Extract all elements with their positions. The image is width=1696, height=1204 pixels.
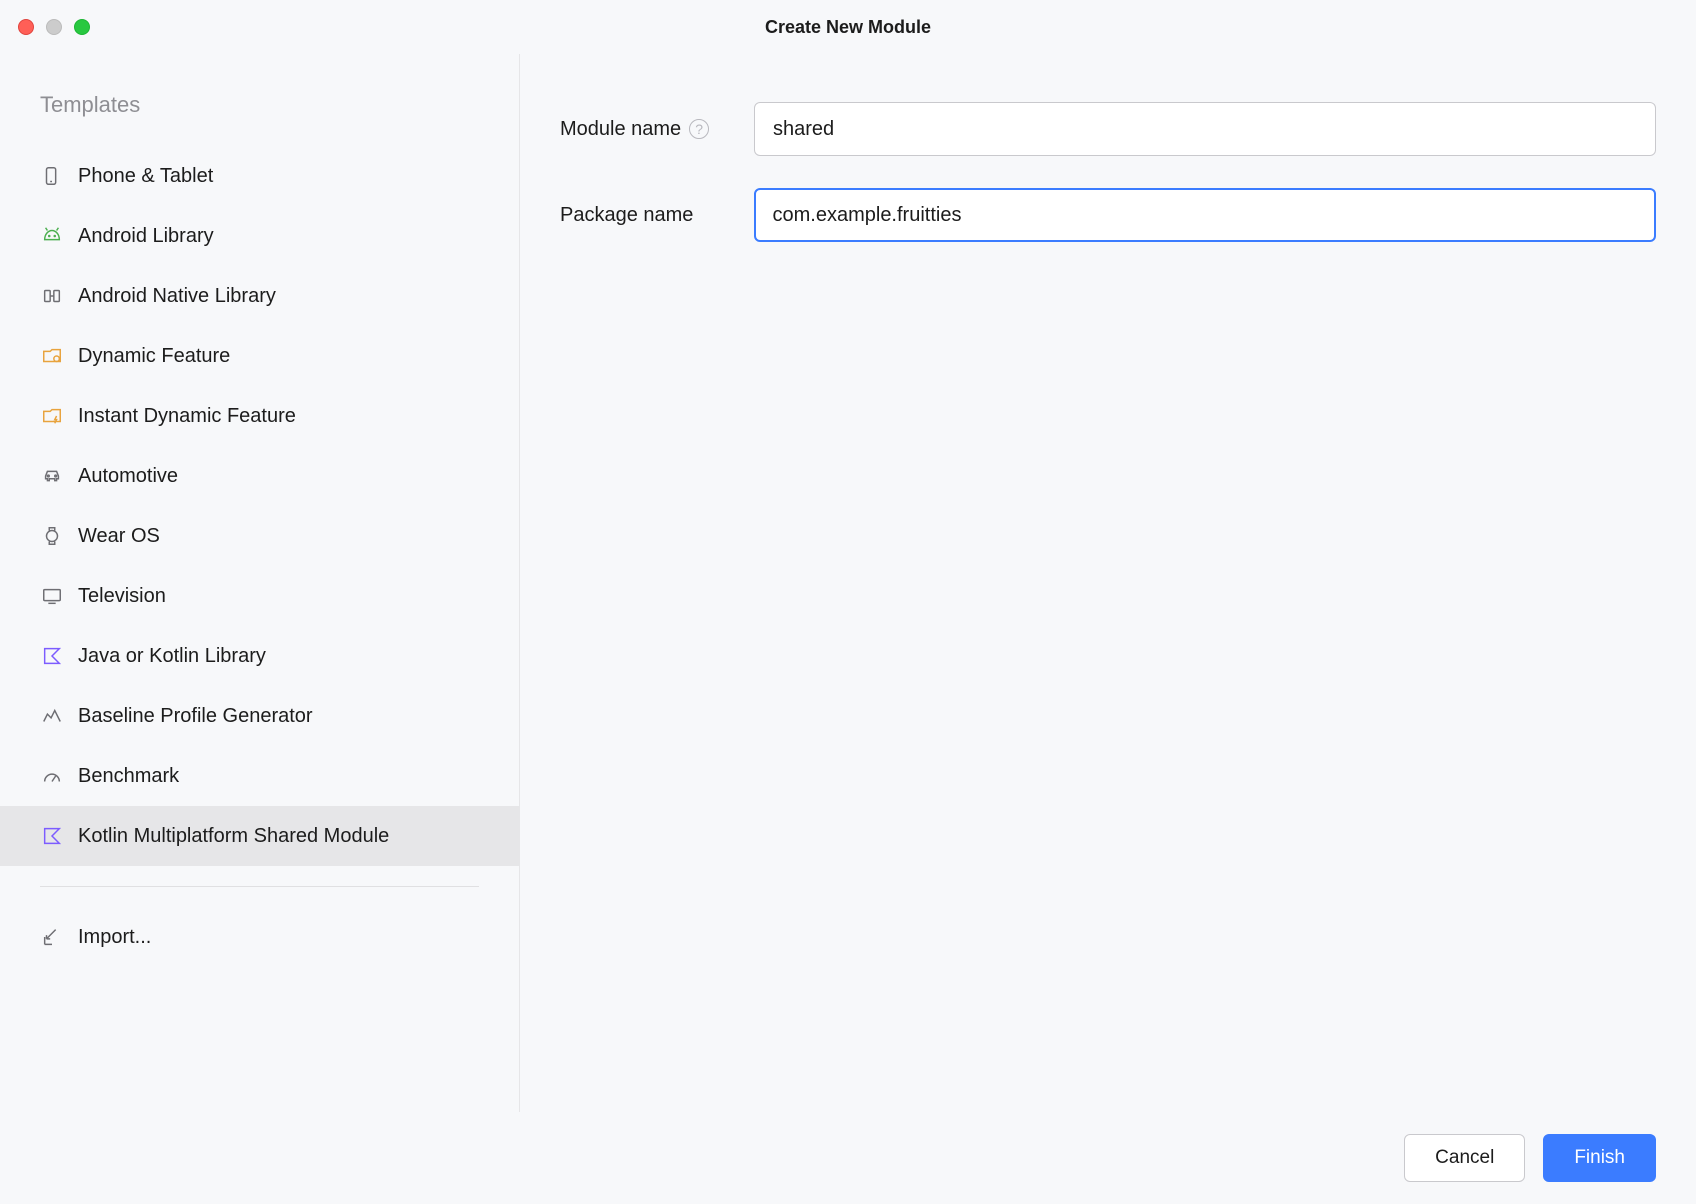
package-name-input[interactable] (754, 188, 1656, 242)
template-label: Baseline Profile Generator (78, 705, 313, 728)
template-benchmark[interactable]: Benchmark (0, 746, 519, 806)
template-kotlin-multiplatform-shared-module[interactable]: Kotlin Multiplatform Shared Module (0, 806, 519, 866)
template-instant-dynamic-feature[interactable]: Instant Dynamic Feature (0, 386, 519, 446)
template-label: Phone & Tablet (78, 165, 213, 188)
template-automotive[interactable]: Automotive (0, 446, 519, 506)
template-label: Java or Kotlin Library (78, 645, 266, 668)
maximize-window-button[interactable] (74, 19, 90, 35)
import-label: Import... (78, 926, 151, 949)
template-java-kotlin-library[interactable]: Java or Kotlin Library (0, 626, 519, 686)
template-label: Instant Dynamic Feature (78, 405, 296, 428)
module-name-label-text: Module name (560, 118, 681, 141)
template-label: Benchmark (78, 765, 179, 788)
sidebar-header: Templates (0, 92, 519, 146)
template-phone-tablet[interactable]: Phone & Tablet (0, 146, 519, 206)
watch-icon (40, 524, 64, 548)
module-name-row: Module name ? (560, 102, 1656, 156)
divider (40, 886, 479, 887)
cancel-button[interactable]: Cancel (1404, 1134, 1525, 1182)
tv-icon (40, 584, 64, 608)
car-icon (40, 464, 64, 488)
package-name-label-text: Package name (560, 204, 693, 227)
templates-list: Phone & Tablet Android Library Android N… (0, 146, 519, 967)
dynamic-feature-icon (40, 344, 64, 368)
titlebar: Create New Module (0, 0, 1696, 54)
module-name-input[interactable] (754, 102, 1656, 156)
dialog-footer: Cancel Finish (0, 1112, 1696, 1204)
template-android-library[interactable]: Android Library (0, 206, 519, 266)
dialog-title: Create New Module (765, 17, 931, 38)
template-label: Automotive (78, 465, 178, 488)
template-android-native-library[interactable]: Android Native Library (0, 266, 519, 326)
template-label: Wear OS (78, 525, 160, 548)
template-wear-os[interactable]: Wear OS (0, 506, 519, 566)
close-window-button[interactable] (18, 19, 34, 35)
kotlin-lib-icon (40, 644, 64, 668)
create-module-dialog: Create New Module Templates Phone & Tabl… (0, 0, 1696, 1204)
android-icon (40, 224, 64, 248)
phone-tablet-icon (40, 164, 64, 188)
module-name-label: Module name ? (560, 118, 740, 141)
native-lib-icon (40, 284, 64, 308)
benchmark-icon (40, 764, 64, 788)
template-television[interactable]: Television (0, 566, 519, 626)
template-label: Television (78, 585, 166, 608)
import-item[interactable]: Import... (0, 907, 519, 967)
form-panel: Module name ? Package name (520, 54, 1696, 1112)
template-label: Android Native Library (78, 285, 276, 308)
template-label: Dynamic Feature (78, 345, 230, 368)
help-icon[interactable]: ? (689, 119, 709, 139)
window-controls (18, 19, 90, 35)
profile-icon (40, 704, 64, 728)
finish-button[interactable]: Finish (1543, 1134, 1656, 1182)
package-name-label: Package name (560, 204, 740, 227)
template-label: Android Library (78, 225, 214, 248)
template-dynamic-feature[interactable]: Dynamic Feature (0, 326, 519, 386)
template-label: Kotlin Multiplatform Shared Module (78, 825, 389, 848)
templates-sidebar: Templates Phone & Tablet Android Library (0, 54, 520, 1112)
import-icon (40, 925, 64, 949)
kmp-icon (40, 824, 64, 848)
minimize-window-button[interactable] (46, 19, 62, 35)
template-baseline-profile-generator[interactable]: Baseline Profile Generator (0, 686, 519, 746)
instant-feature-icon (40, 404, 64, 428)
package-name-row: Package name (560, 188, 1656, 242)
dialog-body: Templates Phone & Tablet Android Library (0, 54, 1696, 1112)
